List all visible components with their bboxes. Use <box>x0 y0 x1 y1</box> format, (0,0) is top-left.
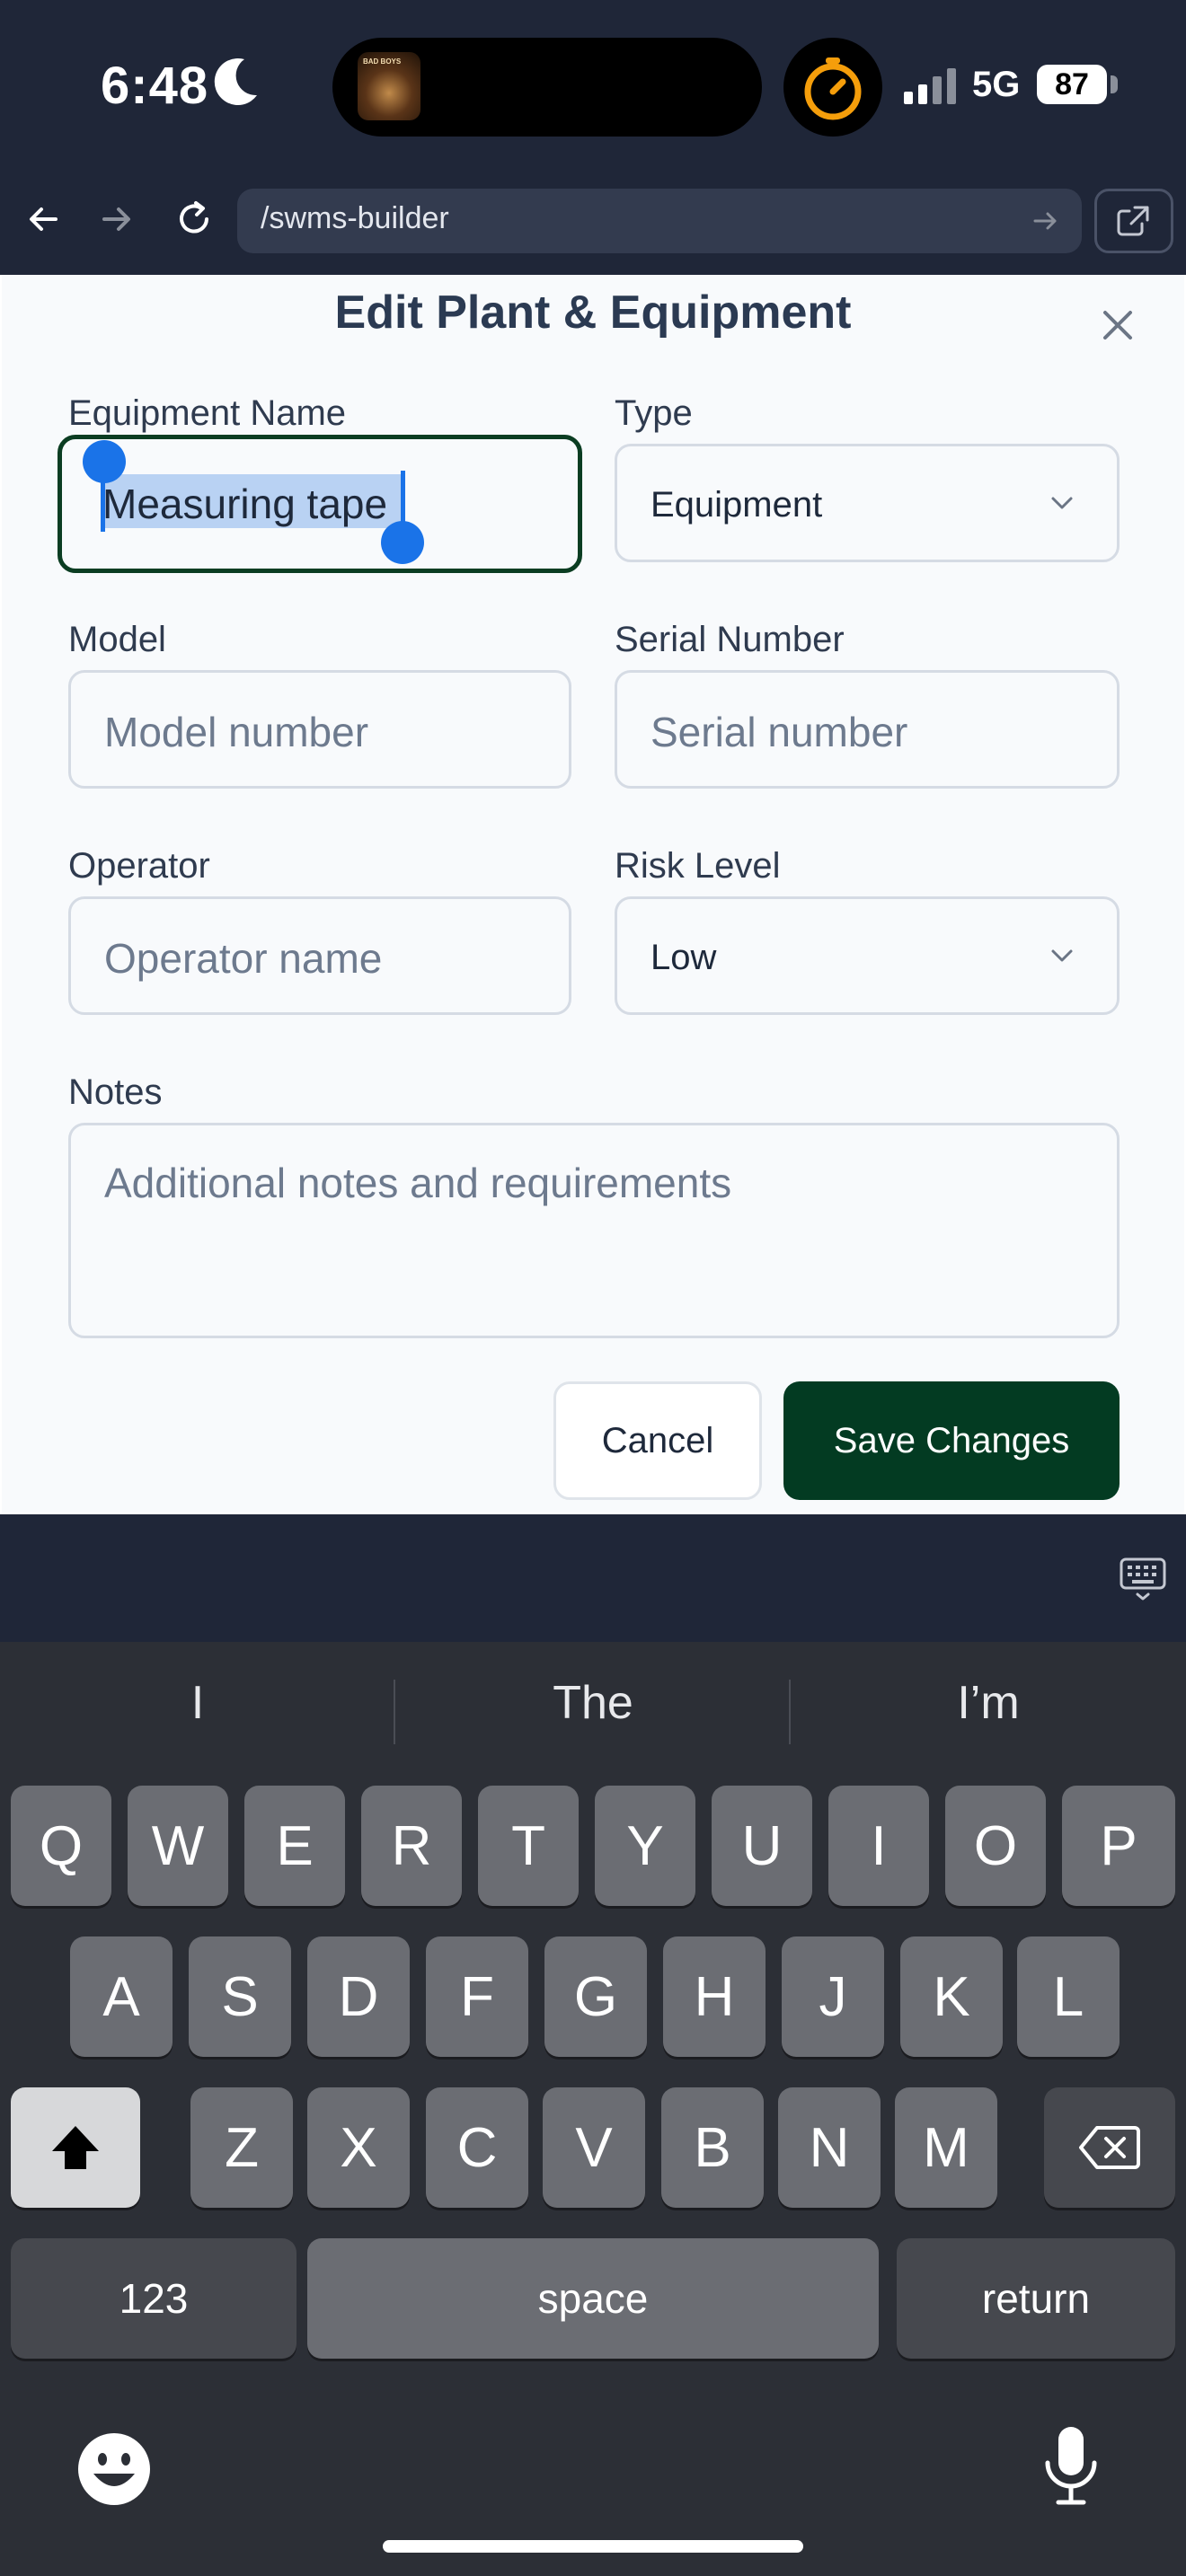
arrow-left-icon <box>30 207 58 231</box>
reload-icon <box>180 201 208 234</box>
suggestion-1[interactable]: I <box>0 1676 395 1730</box>
suggestion-2[interactable]: The <box>395 1676 791 1730</box>
operator-placeholder: Operator name <box>104 935 383 982</box>
chevron-down-icon <box>1051 949 1073 962</box>
type-label: Type <box>615 393 693 433</box>
notes-label: Notes <box>68 1072 163 1112</box>
key-q[interactable]: Q <box>11 1786 111 1906</box>
key-t[interactable]: T <box>478 1786 579 1906</box>
home-indicator[interactable] <box>383 2540 803 2553</box>
selection-end-handle[interactable] <box>381 521 424 564</box>
key-h[interactable]: H <box>663 1936 766 2057</box>
key-f[interactable]: F <box>426 1936 528 2057</box>
timer-icon <box>804 57 862 120</box>
reload-button[interactable] <box>167 192 221 246</box>
key-x[interactable]: X <box>307 2087 410 2208</box>
keyboard-accessory-bar <box>0 1514 1186 1642</box>
key-o[interactable]: O <box>945 1786 1046 1906</box>
key-e[interactable]: E <box>244 1786 345 1906</box>
equipment-name-label: Equipment Name <box>68 393 347 433</box>
artwork-text: BAD BOYS <box>363 57 402 66</box>
notes-textarea[interactable] <box>68 1123 1120 1338</box>
key-d[interactable]: D <box>307 1936 410 2057</box>
battery-cap <box>1111 75 1118 93</box>
numbers-key[interactable]: 123 <box>11 2238 296 2359</box>
risk-level-value: Low <box>651 938 717 977</box>
shift-key[interactable] <box>11 2087 140 2208</box>
now-playing-artwork[interactable]: BAD BOYS <box>358 52 420 120</box>
arrow-right-icon <box>102 207 130 231</box>
backspace-key[interactable] <box>1044 2087 1175 2208</box>
chevron-down-icon <box>1051 497 1073 509</box>
modal-title: Edit Plant & Equipment <box>334 287 852 339</box>
key-m[interactable]: M <box>895 2087 997 2208</box>
serial-number-label: Serial Number <box>615 620 845 659</box>
key-g[interactable]: G <box>544 1936 647 2057</box>
key-k[interactable]: K <box>900 1936 1003 2057</box>
timer-activity[interactable] <box>783 38 882 137</box>
save-changes-button[interactable]: Save Changes <box>783 1381 1120 1500</box>
key-u[interactable]: U <box>712 1786 812 1906</box>
key-z[interactable]: Z <box>190 2087 293 2208</box>
key-y[interactable]: Y <box>595 1786 695 1906</box>
serial-number-placeholder: Serial number <box>651 709 908 755</box>
battery-level: 87 <box>1037 65 1107 104</box>
key-a[interactable]: A <box>70 1936 173 2057</box>
operator-label: Operator <box>68 846 210 886</box>
cellular-signal-icon <box>904 68 956 104</box>
key-v[interactable]: V <box>543 2087 645 2208</box>
open-external-button[interactable] <box>1094 189 1173 253</box>
emoji-icon[interactable] <box>74 2429 155 2510</box>
moon-icon <box>214 57 257 105</box>
key-b[interactable]: B <box>661 2087 764 2208</box>
key-s[interactable]: S <box>189 1936 291 2057</box>
equipment-name-value: Measuring tape <box>102 481 388 527</box>
key-n[interactable]: N <box>778 2087 881 2208</box>
address-bar-url: /swms-builder <box>261 201 449 235</box>
key-r[interactable]: R <box>361 1786 462 1906</box>
key-w[interactable]: W <box>128 1786 228 1906</box>
key-j[interactable]: J <box>782 1936 884 2057</box>
type-select-value: Equipment <box>651 485 823 525</box>
close-icon[interactable] <box>1094 302 1141 348</box>
notes-placeholder: Additional notes and requirements <box>104 1160 732 1206</box>
return-key[interactable]: return <box>897 2238 1175 2359</box>
backspace-icon <box>1079 2126 1140 2169</box>
external-link-icon <box>1117 206 1149 236</box>
go-arrow-icon[interactable] <box>1024 199 1067 243</box>
selection-start-handle[interactable] <box>83 440 126 483</box>
key-l[interactable]: L <box>1017 1936 1120 2057</box>
forward-button[interactable] <box>90 192 144 246</box>
key-c[interactable]: C <box>426 2087 528 2208</box>
space-key[interactable]: space <box>307 2238 879 2359</box>
microphone-icon[interactable] <box>1035 2422 1107 2511</box>
cancel-button[interactable]: Cancel <box>553 1381 762 1500</box>
network-type: 5G <box>972 65 1021 104</box>
back-button[interactable] <box>16 192 70 246</box>
model-placeholder: Model number <box>104 709 369 755</box>
model-label: Model <box>68 620 166 659</box>
key-p[interactable]: P <box>1062 1786 1175 1906</box>
suggestion-3[interactable]: I’m <box>791 1676 1186 1730</box>
status-time: 6:48 <box>101 57 209 115</box>
key-i[interactable]: I <box>828 1786 929 1906</box>
shift-arrow-icon <box>52 2126 99 2169</box>
risk-level-label: Risk Level <box>615 846 781 886</box>
keyboard-dismiss-icon[interactable] <box>1116 1552 1170 1606</box>
